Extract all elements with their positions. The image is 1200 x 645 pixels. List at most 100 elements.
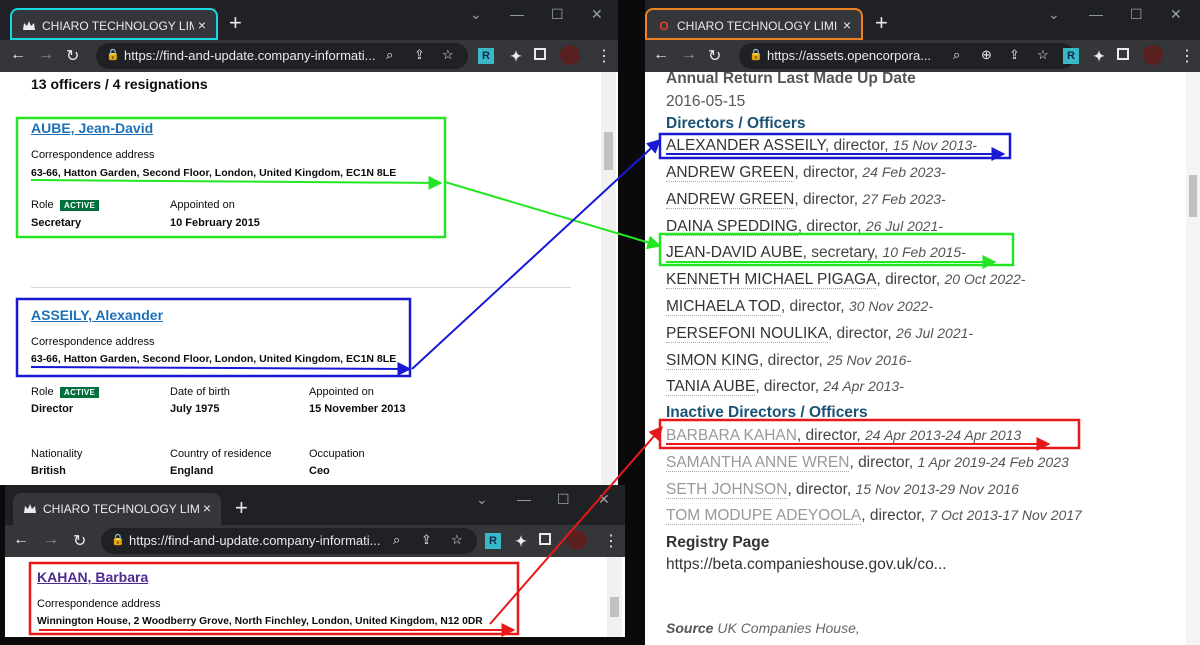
scrollbar[interactable] [607, 557, 622, 637]
officer-name-link[interactable]: KAHAN, Barbara [37, 569, 148, 585]
back-button[interactable]: ← [10, 46, 26, 64]
close-icon[interactable]: × [843, 17, 851, 33]
appointed-value: 10 February 2015 [170, 217, 260, 229]
chevron-down-icon[interactable]: ⌄ [1048, 6, 1060, 23]
director-link[interactable]: SAMANTHA ANNE WREN [666, 454, 850, 472]
director-link[interactable]: ANDREW GREEN [666, 191, 795, 209]
search-icon[interactable]: ⌕ [386, 47, 393, 63]
puzzle-icon[interactable]: ✦ [508, 48, 524, 64]
tab-opencorporates[interactable]: O CHIARO TECHNOLOGY LIMITED × [645, 8, 863, 40]
minimize-button[interactable]: — [510, 6, 524, 22]
director-row: JEAN-DAVID AUBE, secretary, 10 Feb 2015- [666, 244, 966, 262]
director-row: MICHAELA TOD, director, 30 Nov 2022- [666, 298, 933, 316]
forward-button[interactable]: → [38, 46, 54, 64]
director-link[interactable]: SETH JOHNSON [666, 481, 788, 499]
avatar[interactable] [1143, 45, 1163, 65]
tab-companies-house[interactable]: CHIARO TECHNOLOGY LIMITED × [13, 493, 221, 525]
address-value: 63-66, Hatton Garden, Second Floor, Lond… [31, 167, 397, 179]
search-icon[interactable]: ⌕ [953, 47, 960, 63]
star-icon[interactable]: ☆ [442, 47, 454, 63]
back-button[interactable]: ← [13, 531, 29, 549]
director-row: PERSEFONI NOULIKA, director, 26 Jul 2021… [666, 325, 973, 343]
side-panel-icon[interactable] [539, 533, 551, 545]
reload-button[interactable]: ↻ [73, 531, 86, 551]
director-link[interactable]: TOM MODUPE ADEYOOLA [666, 507, 862, 525]
chevron-down-icon[interactable]: ⌄ [476, 491, 488, 508]
forward-button[interactable]: → [681, 46, 697, 64]
director-link[interactable]: PERSEFONI NOULIKA [666, 325, 828, 343]
avatar[interactable] [567, 530, 587, 550]
reload-button[interactable]: ↻ [708, 46, 721, 66]
scrollbar-thumb[interactable] [1189, 175, 1197, 217]
share-icon[interactable]: ⇪ [1009, 47, 1020, 63]
share-icon[interactable]: ⇪ [421, 532, 432, 548]
minimize-button[interactable]: — [517, 491, 531, 507]
maximize-button[interactable]: ☐ [551, 6, 564, 23]
director-link[interactable]: TANIA AUBE [666, 378, 756, 396]
puzzle-icon[interactable]: ✦ [513, 533, 529, 549]
director-role: , director, [849, 454, 918, 471]
search-icon[interactable]: ⌕ [393, 532, 400, 548]
close-window-button[interactable]: ✕ [1170, 6, 1182, 23]
registry-link[interactable]: https://beta.companieshouse.gov.uk/co... [666, 556, 947, 574]
menu-icon[interactable]: ⋮ [603, 531, 619, 551]
opencorporates-icon: O [659, 19, 669, 33]
maximize-button[interactable]: ☐ [1130, 6, 1143, 23]
director-link[interactable]: SIMON KING [666, 352, 760, 370]
minimize-button[interactable]: — [1089, 6, 1103, 22]
director-link[interactable]: DAINA SPEDDING [666, 218, 798, 236]
toolbar: ← → ↻ 🔒 https://assets.opencorpora... ⌕ … [645, 40, 1200, 72]
director-link[interactable]: ANDREW GREEN [666, 164, 795, 182]
role-value: Director [31, 403, 74, 415]
share-icon[interactable]: ⇪ [414, 47, 425, 63]
pr-extension-icon[interactable]: R [1063, 48, 1079, 64]
chevron-down-icon[interactable]: ⌄ [470, 6, 482, 23]
director-link[interactable]: ALEXANDER ASSEILY [666, 137, 825, 155]
side-panel-icon[interactable] [534, 48, 546, 60]
director-link[interactable]: BARBARA KAHAN [666, 427, 797, 445]
reload-button[interactable]: ↻ [66, 46, 79, 66]
avatar[interactable] [560, 45, 580, 65]
director-role: , director, [780, 298, 849, 315]
close-icon[interactable]: × [198, 17, 206, 33]
close-icon[interactable]: × [203, 500, 211, 516]
scrollbar[interactable] [601, 72, 616, 485]
back-button[interactable]: ← [653, 46, 669, 64]
director-dates: 24 Feb 2023- [862, 164, 946, 180]
address-bar[interactable]: 🔒 https://find-and-update.company-inform… [101, 528, 477, 554]
director-link[interactable]: JEAN-DAVID AUBE [666, 244, 803, 262]
star-icon[interactable]: ☆ [451, 532, 463, 548]
puzzle-icon[interactable]: ✦ [1091, 48, 1107, 64]
close-window-button[interactable]: ✕ [598, 491, 610, 508]
director-dates: 1 Apr 2019-24 Feb 2023 [917, 454, 1069, 470]
side-panel-icon[interactable] [1117, 48, 1129, 60]
address-label: Correspondence address [37, 598, 161, 610]
new-tab-button[interactable]: + [229, 12, 242, 34]
menu-icon[interactable]: ⋮ [1179, 46, 1195, 66]
forward-button[interactable]: → [43, 531, 59, 549]
director-row: DAINA SPEDDING, director, 26 Jul 2021- [666, 218, 943, 236]
director-link[interactable]: KENNETH MICHAEL PIGAGA [666, 271, 877, 289]
scrollbar[interactable] [1186, 72, 1200, 645]
address-bar[interactable]: 🔒 https://assets.opencorpora... ⌕ ⊕ ⇪ ☆ [739, 43, 1075, 69]
residence-label: Country of residence [170, 448, 272, 460]
officer-name-link[interactable]: AUBE, Jean-David [31, 120, 153, 136]
scrollbar-thumb[interactable] [610, 597, 619, 617]
star-icon[interactable]: ☆ [1037, 47, 1049, 63]
close-window-button[interactable]: ✕ [591, 6, 603, 23]
new-tab-button[interactable]: + [875, 12, 888, 34]
new-tab-button[interactable]: + [235, 497, 248, 519]
scrollbar-thumb[interactable] [604, 132, 613, 170]
pr-extension-icon[interactable]: R [478, 48, 494, 64]
lock-icon: 🔒 [749, 49, 763, 61]
menu-icon[interactable]: ⋮ [596, 46, 612, 66]
zoom-icon[interactable]: ⊕ [981, 47, 992, 63]
tab-title: CHIARO TECHNOLOGY LIMITED [42, 19, 194, 33]
inactive-director-row: TOM MODUPE ADEYOOLA, director, 7 Oct 201… [666, 507, 1082, 525]
tab-companies-house[interactable]: CHIARO TECHNOLOGY LIMITED × [10, 8, 218, 40]
maximize-button[interactable]: ☐ [557, 491, 570, 508]
director-link[interactable]: MICHAELA TOD [666, 298, 781, 316]
pr-extension-icon[interactable]: R [485, 533, 501, 549]
address-bar[interactable]: 🔒 https://find-and-update.company-inform… [96, 43, 468, 69]
officer-name-link[interactable]: ASSEILY, Alexander [31, 307, 163, 323]
